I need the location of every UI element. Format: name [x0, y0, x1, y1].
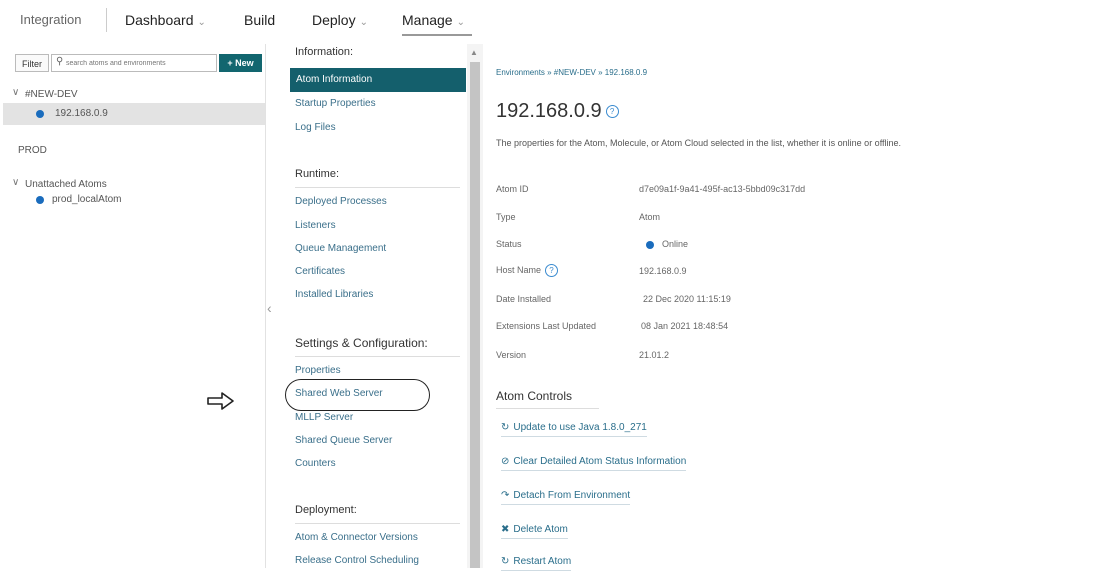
search-box[interactable]: ⚲: [51, 54, 217, 72]
menu-item-shared-queue-server[interactable]: Shared Queue Server: [295, 435, 392, 446]
menu-divider: [295, 523, 460, 524]
menu-heading-settings: Settings & Configuration:: [295, 336, 428, 350]
update-icon: ↻: [501, 422, 510, 433]
chevron-down-icon: ⌄: [197, 17, 206, 28]
tree-item-selected[interactable]: 192.168.0.9: [3, 103, 265, 125]
menu-item-atom-information[interactable]: Atom Information: [290, 68, 466, 92]
page-title: 192.168.0.9?: [496, 100, 619, 123]
menu-item-counters[interactable]: Counters: [295, 458, 336, 469]
tree-atom-label: 192.168.0.9: [55, 108, 108, 119]
menu-item-listeners[interactable]: Listeners: [295, 220, 336, 231]
prop-value-status: Online: [662, 239, 689, 249]
menu-item-log-files[interactable]: Log Files: [295, 122, 336, 133]
top-navigation: Integration Dashboard ⌄ Build Deploy ⌄ Man…: [0, 0, 1101, 42]
detach-environment-link[interactable]: ↷ Detach From Environment: [501, 490, 631, 505]
tree-env-new-dev[interactable]: #NEW-DEV: [25, 89, 78, 100]
menu-item-startup-properties[interactable]: Startup Properties: [295, 98, 376, 109]
nav-dashboard[interactable]: Dashboard ⌄: [125, 12, 206, 28]
section-divider: [496, 408, 599, 409]
nav-deploy[interactable]: Deploy ⌄: [312, 12, 368, 28]
prop-value-atom-id: d7e09a1f-9a41-495f-ac13-5bbd09c317dd: [639, 184, 806, 194]
nav-integration[interactable]: Integration: [20, 12, 81, 27]
menu-item-atom-connector-versions[interactable]: Atom & Connector Versions: [295, 532, 418, 543]
prop-label-atom-id: Atom ID: [496, 184, 529, 194]
prop-label-date-installed: Date Installed: [496, 294, 552, 304]
prop-label-status: Status: [496, 239, 522, 249]
nav-manage[interactable]: Manage ⌄: [402, 12, 465, 28]
collapse-panel-icon[interactable]: ‹: [267, 300, 272, 316]
atom-detail-panel: Environments » #NEW-DEV » 192.168.0.9 19…: [496, 44, 1096, 571]
nav-divider: [106, 8, 107, 32]
active-nav-indicator: [402, 34, 472, 36]
menu-heading-deployment: Deployment:: [295, 504, 357, 516]
online-status-icon: [646, 241, 654, 249]
chevron-down-icon: ⌄: [359, 17, 368, 28]
delete-atom-link[interactable]: ✖ Delete Atom: [501, 524, 568, 539]
menu-heading-runtime: Runtime:: [295, 168, 340, 180]
scrollbar-thumb[interactable]: [470, 62, 480, 568]
prop-label-host-name: Host Name?: [496, 264, 559, 277]
menu-item-mllp-server[interactable]: MLLP Server: [295, 412, 353, 423]
menu-divider: [295, 356, 460, 357]
menu-item-installed-libraries[interactable]: Installed Libraries: [295, 289, 373, 300]
chevron-down-icon: ⌄: [456, 17, 465, 28]
prop-value-version: 21.01.2: [639, 350, 670, 360]
update-java-link[interactable]: ↻ Update to use Java 1.8.0_271: [501, 422, 647, 437]
nav-build[interactable]: Build: [244, 12, 275, 28]
restart-atom-link[interactable]: ↻ Restart Atom: [501, 556, 572, 571]
menu-item-release-control-scheduling[interactable]: Release Control Scheduling: [295, 555, 419, 566]
menu-scrollbar[interactable]: ▲: [467, 44, 483, 568]
menu-item-certificates[interactable]: Certificates: [295, 266, 345, 277]
clear-icon: ⊘: [501, 456, 510, 467]
prop-label-version: Version: [496, 350, 527, 360]
tree-unattached-atoms[interactable]: Unattached Atoms: [25, 179, 107, 190]
breadcrumb[interactable]: Environments » #NEW-DEV » 192.168.0.9: [496, 68, 647, 77]
search-input[interactable]: [66, 57, 211, 69]
tree-env-prod[interactable]: PROD: [18, 145, 47, 156]
prop-label-extensions-updated: Extensions Last Updated: [496, 321, 597, 331]
delete-icon: ✖: [501, 524, 510, 535]
chevron-down-icon[interactable]: ∨: [12, 177, 19, 188]
atom-controls-heading: Atom Controls: [496, 389, 573, 403]
scroll-up-icon[interactable]: ▲: [470, 48, 478, 57]
restart-icon: ↻: [501, 556, 510, 567]
help-icon[interactable]: ?: [545, 264, 559, 277]
atom-tree-panel: Filter ⚲ + New ∨ #NEW-DEV 192.168.0.9 PR…: [0, 44, 266, 568]
atom-management-menu: Information: Atom Information Startup Pr…: [282, 44, 467, 568]
detach-icon: ↷: [501, 490, 510, 501]
online-status-icon: [36, 110, 44, 118]
help-icon[interactable]: ?: [605, 105, 619, 119]
prop-value-host-name: 192.168.0.9: [639, 266, 687, 276]
menu-item-properties[interactable]: Properties: [295, 365, 341, 376]
online-status-icon: [36, 196, 44, 204]
chevron-down-icon[interactable]: ∨: [12, 87, 19, 98]
prop-value-extensions-updated: 08 Jan 2021 18:48:54: [641, 321, 729, 331]
prop-value-type: Atom: [639, 212, 661, 222]
menu-heading-information: Information:: [295, 46, 354, 58]
highlight-circle: [285, 379, 430, 411]
new-button[interactable]: + New: [219, 54, 262, 72]
menu-item-queue-management[interactable]: Queue Management: [295, 243, 386, 254]
panel-divider: [265, 44, 266, 568]
prop-value-date-installed: 22 Dec 2020 11:15:19: [643, 294, 731, 304]
menu-item-deployed-processes[interactable]: Deployed Processes: [295, 196, 387, 207]
search-icon: ⚲: [56, 56, 64, 67]
filter-button[interactable]: Filter: [15, 54, 49, 72]
prop-label-type: Type: [496, 212, 516, 222]
arrow-right-icon: [207, 392, 234, 410]
clear-status-link[interactable]: ⊘ Clear Detailed Atom Status Information: [501, 456, 687, 471]
menu-divider: [295, 187, 460, 188]
page-description: The properties for the Atom, Molecule, o…: [496, 138, 902, 148]
tree-atom-prod-local[interactable]: prod_localAtom: [52, 194, 121, 205]
